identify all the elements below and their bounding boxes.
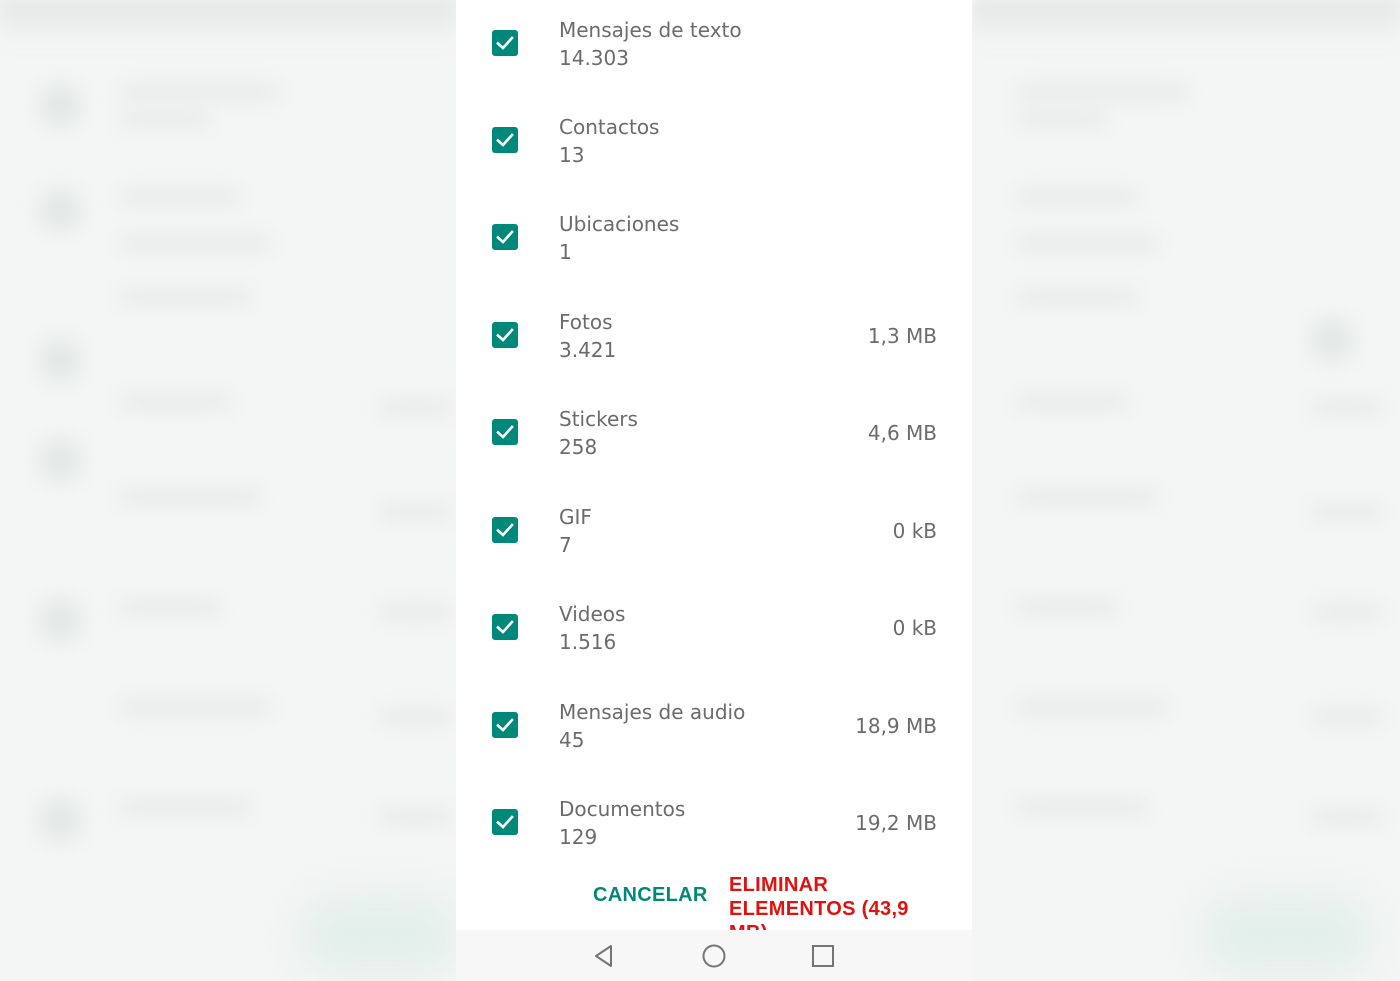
checkbox-checked-icon[interactable] [492, 712, 518, 738]
item-size: 0 kB [892, 519, 937, 543]
item-count: 1.516 [559, 630, 617, 654]
list-item-photos[interactable]: Fotos 3.421 1,3 MB [456, 292, 972, 382]
checkbox-checked-icon[interactable] [492, 127, 518, 153]
item-title: Documentos [559, 797, 686, 821]
blurred-background-left [0, 0, 456, 981]
blurred-background-right [972, 0, 1400, 981]
item-count: 14.303 [559, 46, 629, 70]
item-title: Ubicaciones [559, 212, 680, 236]
dialog-actions: CANCELAR ELIMINAR ELEMENTOS (43,9 MB) [456, 868, 972, 944]
checkbox-checked-icon[interactable] [492, 517, 518, 543]
item-title: Videos [559, 602, 626, 626]
item-size: 0 kB [892, 616, 937, 640]
circle-home-icon[interactable] [701, 943, 727, 969]
item-count: 45 [559, 728, 585, 752]
list-item-documents[interactable]: Documentos 129 19,2 MB [456, 779, 972, 869]
item-title: Mensajes de texto [559, 18, 742, 42]
item-title: Stickers [559, 407, 638, 431]
list-item-stickers[interactable]: Stickers 258 4,6 MB [456, 389, 972, 479]
item-title: Mensajes de audio [559, 700, 746, 724]
square-recents-icon[interactable] [810, 943, 836, 969]
checkbox-checked-icon[interactable] [492, 419, 518, 445]
list-item-locations[interactable]: Ubicaciones 1 [456, 194, 972, 284]
list-item-videos[interactable]: Videos 1.516 0 kB [456, 584, 972, 674]
delete-items-dialog: Mensajes de texto 14.303 Contactos 13 Ub… [456, 0, 972, 981]
item-count: 13 [559, 143, 585, 167]
item-count: 1 [559, 240, 572, 264]
item-size: 19,2 MB [855, 811, 937, 835]
item-size: 1,3 MB [867, 324, 937, 348]
delete-button-label-line1: ELIMINAR [729, 874, 829, 896]
list-item-gif[interactable]: GIF 7 0 kB [456, 487, 972, 577]
item-count: 7 [559, 533, 572, 557]
item-count: 258 [559, 435, 598, 459]
checkbox-checked-icon[interactable] [492, 322, 518, 348]
item-size: 18,9 MB [855, 714, 937, 738]
item-count: 129 [559, 825, 598, 849]
android-navigation-bar [456, 930, 972, 981]
checkbox-checked-icon[interactable] [492, 224, 518, 250]
list-item-text-messages[interactable]: Mensajes de texto 14.303 [456, 0, 972, 90]
checkbox-checked-icon[interactable] [492, 809, 518, 835]
item-count: 3.421 [559, 338, 617, 362]
cancel-button[interactable]: CANCELAR [593, 884, 708, 907]
item-title: Contactos [559, 115, 660, 139]
item-size: 4,6 MB [867, 421, 937, 445]
checkbox-checked-icon[interactable] [492, 614, 518, 640]
checkbox-checked-icon[interactable] [492, 30, 518, 56]
list-item-contacts[interactable]: Contactos 13 [456, 97, 972, 187]
list-item-audio-messages[interactable]: Mensajes de audio 45 18,9 MB [456, 682, 972, 772]
item-title: Fotos [559, 310, 613, 334]
triangle-back-icon[interactable] [591, 943, 617, 969]
item-title: GIF [559, 505, 592, 529]
